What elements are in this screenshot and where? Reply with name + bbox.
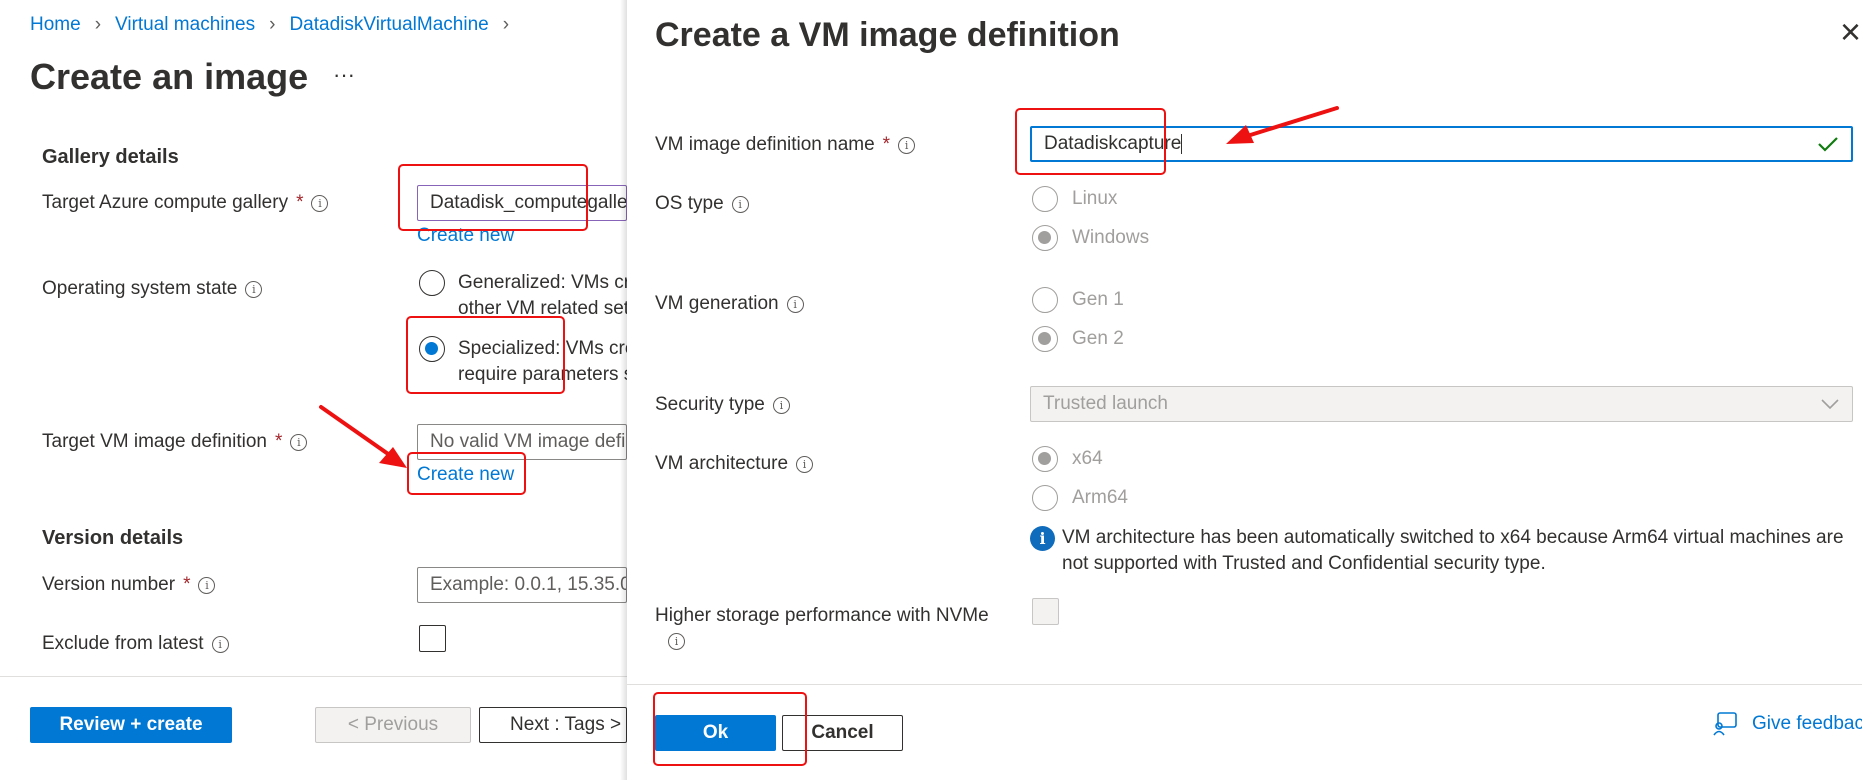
security-type-label: Security type i	[655, 394, 790, 416]
info-icon[interactable]: i	[245, 280, 263, 298]
version-number-input[interactable]: Example: 0.0.1, 15.35.0	[417, 567, 627, 603]
info-icon[interactable]: i	[290, 433, 308, 451]
version-details-heading: Version details	[42, 527, 184, 549]
vm-generation-label: VM generation i	[655, 293, 804, 315]
chevron-right-icon: ›	[269, 14, 276, 35]
definition-name-label: VM image definition name * i	[655, 134, 916, 156]
info-icon[interactable]: i	[786, 295, 804, 313]
generation-gen2[interactable]: Gen 2	[1032, 326, 1124, 352]
required-mark: *	[882, 134, 891, 155]
os-state-generalized[interactable]: Generalized: VMs created from this image…	[419, 270, 629, 322]
breadcrumb-home[interactable]: Home	[30, 14, 81, 36]
info-icon[interactable]: i	[668, 633, 685, 650]
review-create-button[interactable]: Review + create	[30, 707, 232, 743]
previous-button[interactable]: < Previous	[315, 707, 471, 743]
close-icon[interactable]: ×	[1840, 14, 1861, 50]
info-icon[interactable]: i	[796, 455, 814, 473]
checkmark-icon	[1818, 137, 1838, 152]
radio-linux[interactable]	[1032, 186, 1058, 212]
os-type-linux[interactable]: Linux	[1032, 186, 1117, 212]
give-feedback-link[interactable]: Give feedback	[1712, 711, 1862, 737]
info-icon[interactable]: i	[311, 194, 329, 212]
radio-windows[interactable]	[1032, 225, 1058, 251]
os-type-windows[interactable]: Windows	[1032, 225, 1149, 251]
os-type-label: OS type i	[655, 193, 749, 215]
panel-footer-divider	[627, 684, 1862, 685]
architecture-arm64[interactable]: Arm64	[1032, 485, 1128, 511]
annotation-box-name-input	[1015, 108, 1166, 175]
exclude-latest-label: Exclude from latest i	[42, 633, 229, 655]
architecture-x64[interactable]: x64	[1032, 446, 1103, 472]
nvme-checkbox[interactable]	[1032, 598, 1059, 625]
breadcrumb-virtual-machines[interactable]: Virtual machines	[115, 14, 255, 36]
os-state-label: Operating system state i	[42, 278, 263, 300]
generation-gen1[interactable]: Gen 1	[1032, 287, 1124, 313]
chevron-down-icon	[1821, 399, 1839, 410]
text-cursor	[1181, 133, 1183, 154]
architecture-info-message: i VM architecture has been automatically…	[1030, 525, 1844, 577]
breadcrumb-vm[interactable]: DatadiskVirtualMachine	[289, 14, 488, 36]
radio-generalized[interactable]	[419, 270, 445, 296]
page-title: Create an image	[30, 56, 309, 97]
target-gallery-label: Target Azure compute gallery * i	[42, 192, 329, 214]
nvme-label: Higher storage performance with NVMe i	[655, 605, 989, 650]
more-options-icon[interactable]: ···	[333, 62, 355, 88]
required-mark: *	[183, 574, 191, 595]
radio-gen2[interactable]	[1032, 326, 1058, 352]
chevron-right-icon: ›	[94, 14, 102, 35]
next-tags-button[interactable]: Next : Tags >	[479, 707, 627, 743]
info-filled-icon: i	[1030, 526, 1055, 551]
required-mark: *	[296, 192, 304, 213]
annotation-box-specialized	[406, 316, 565, 394]
vm-architecture-label: VM architecture i	[655, 453, 814, 475]
info-icon[interactable]: i	[198, 576, 216, 594]
annotation-box-create-new	[407, 452, 526, 495]
create-definition-panel: Create a VM image definition × VM image …	[627, 0, 1862, 780]
info-icon[interactable]: i	[772, 396, 790, 414]
feedback-icon	[1713, 712, 1737, 736]
gallery-details-heading: Gallery details	[42, 146, 179, 168]
annotation-box-ok	[653, 692, 807, 766]
target-def-label: Target VM image definition * i	[42, 431, 308, 453]
radio-arm64[interactable]	[1032, 485, 1058, 511]
radio-gen1[interactable]	[1032, 287, 1058, 313]
panel-shadow	[620, 0, 627, 780]
exclude-latest-checkbox[interactable]	[419, 625, 446, 652]
breadcrumb: Home › Virtual machines › DatadiskVirtua…	[30, 14, 509, 36]
annotation-box-gallery	[398, 164, 588, 231]
annotation-arrow-create-new	[319, 405, 407, 468]
info-icon[interactable]: i	[898, 136, 916, 154]
security-type-select[interactable]: Trusted launch	[1030, 386, 1853, 422]
info-icon[interactable]: i	[731, 195, 749, 213]
info-icon[interactable]: i	[211, 635, 229, 653]
version-number-label: Version number * i	[42, 574, 216, 596]
required-mark: *	[274, 431, 283, 452]
radio-x64[interactable]	[1032, 446, 1058, 472]
footer-divider	[0, 676, 627, 677]
panel-title: Create a VM image definition	[655, 16, 1120, 54]
chevron-right-icon: ›	[502, 14, 510, 35]
annotation-arrow-name-input	[1226, 106, 1339, 144]
